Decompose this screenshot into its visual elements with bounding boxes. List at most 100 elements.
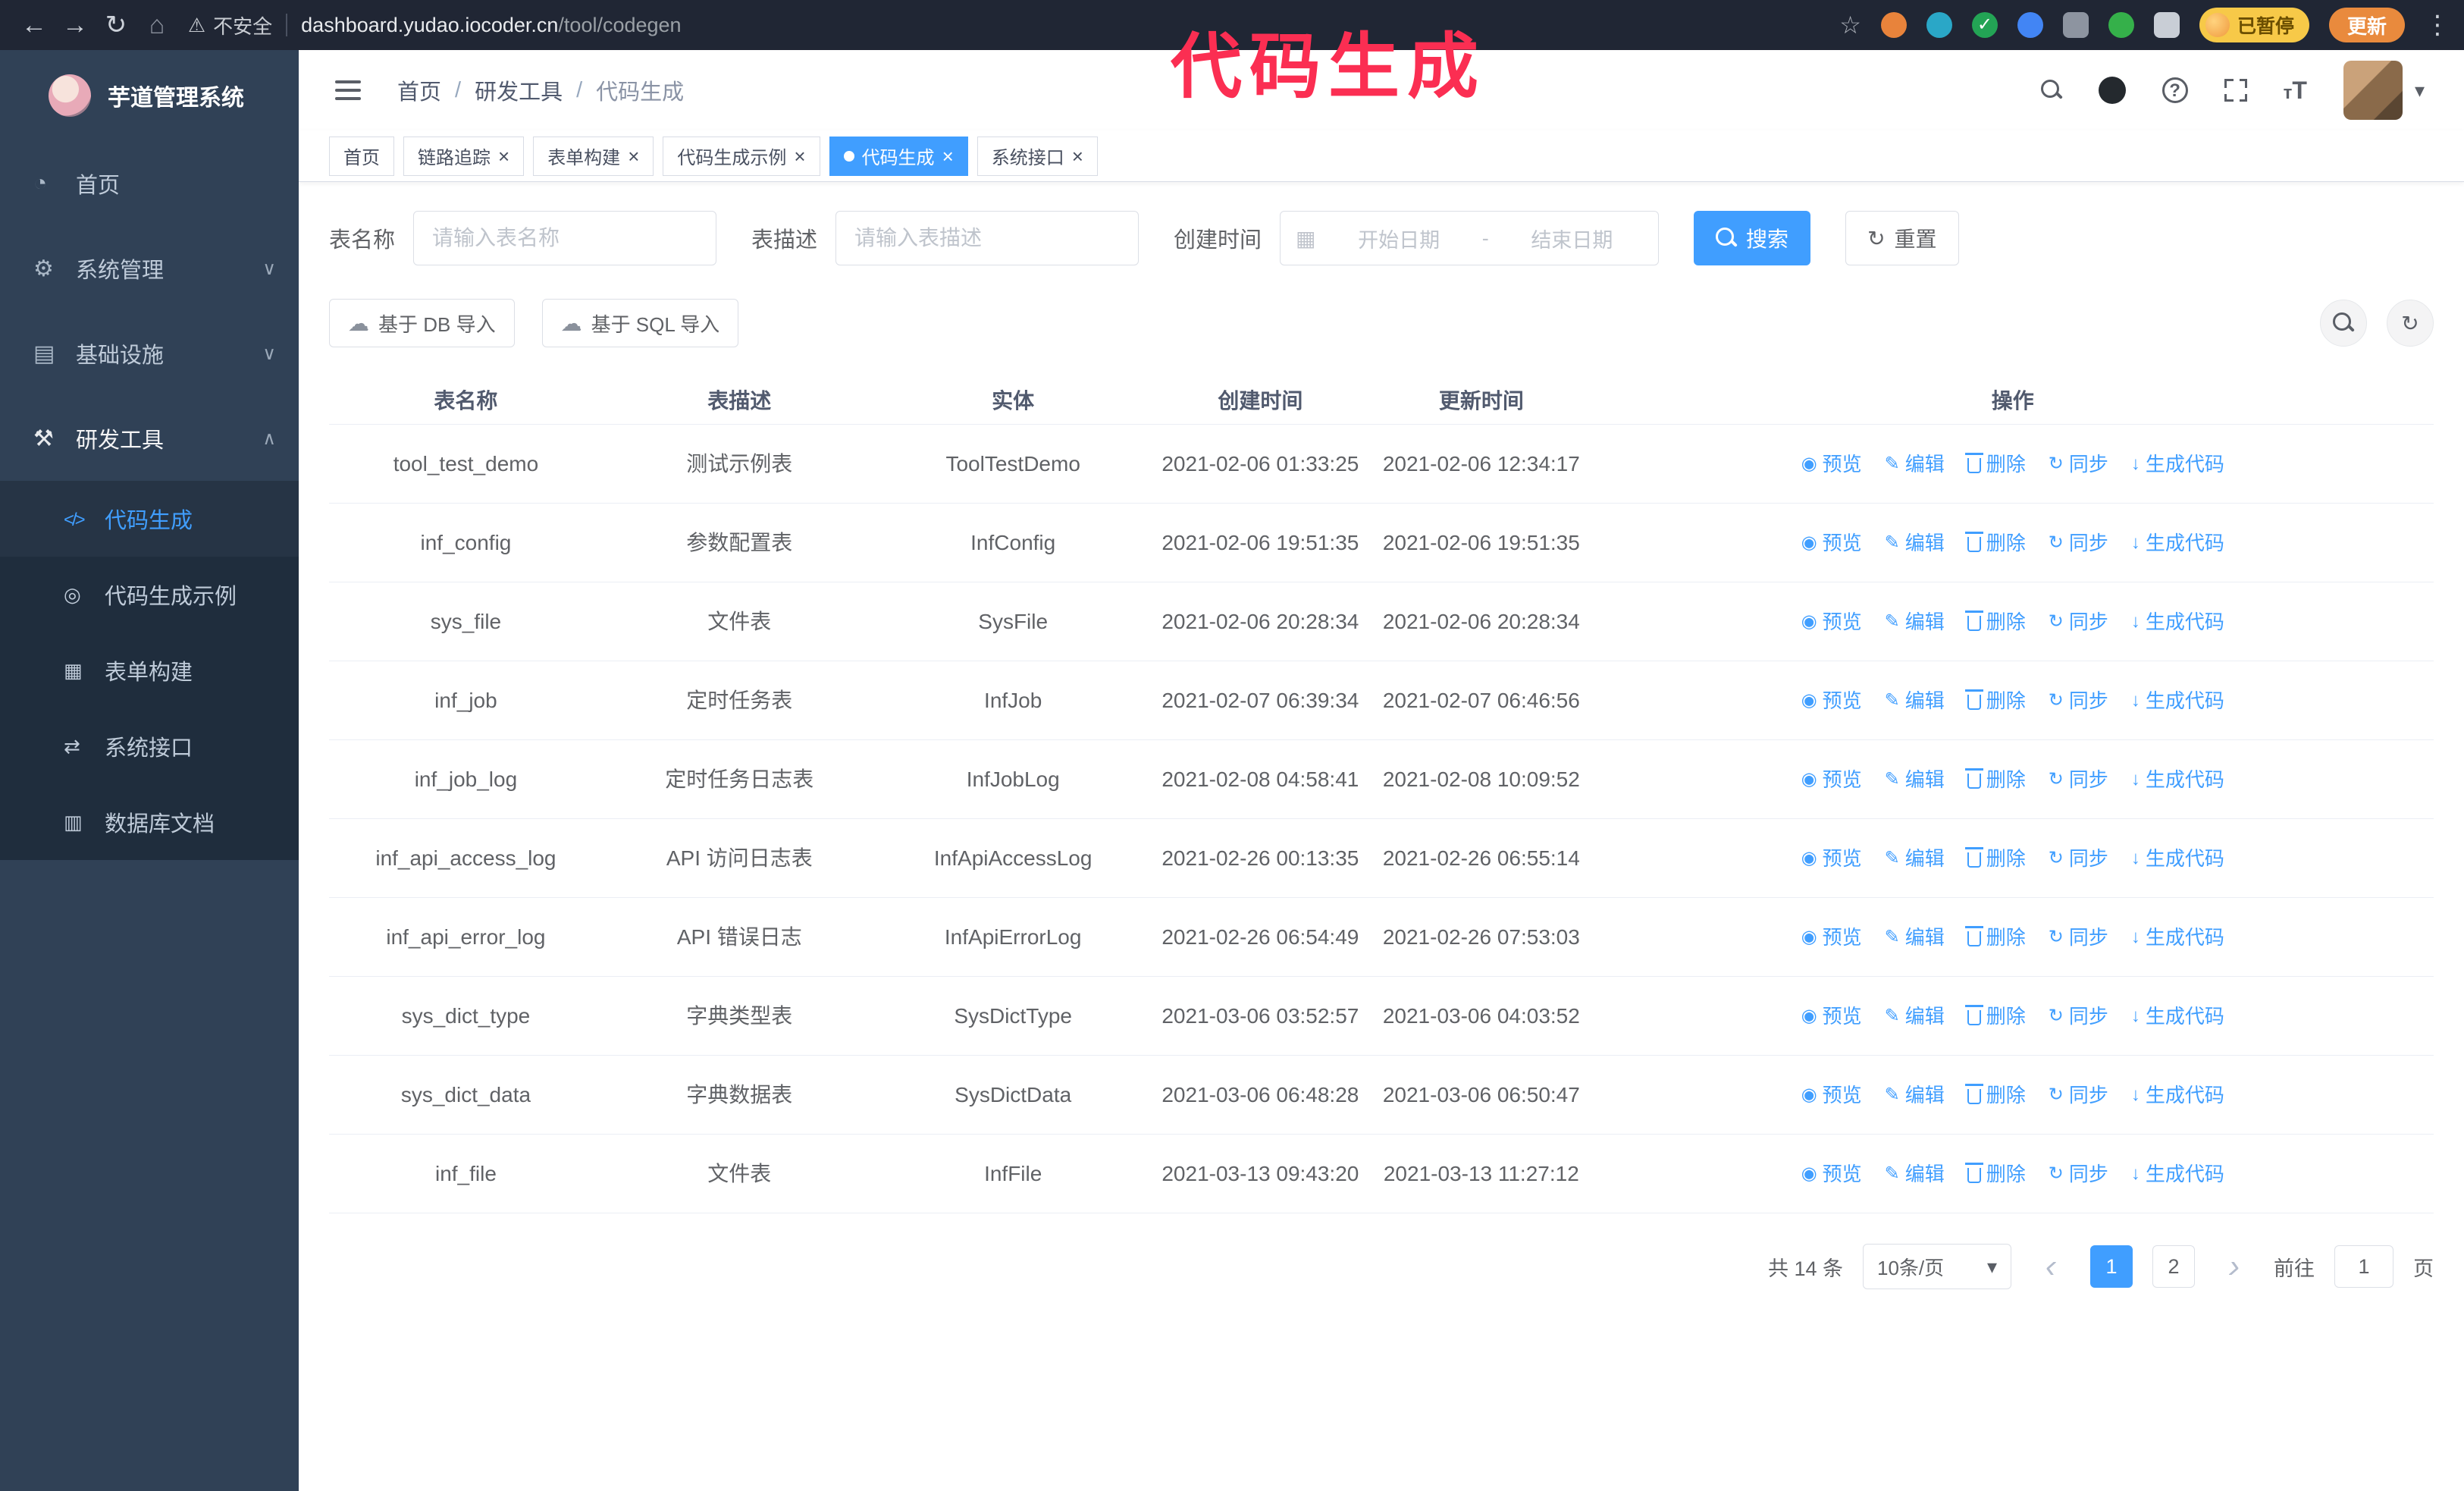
sidebar-submenu-item[interactable]: 代码生成 <box>0 481 299 557</box>
edit-link[interactable]: 编辑 <box>1885 842 1945 875</box>
delete-link[interactable]: 删除 <box>1964 921 2026 954</box>
delete-link[interactable]: 删除 <box>1964 842 2026 875</box>
generate-code-link[interactable]: 生成代码 <box>2131 1078 2224 1112</box>
extension-leaf-icon[interactable] <box>2108 12 2134 38</box>
sync-link[interactable]: 同步 <box>2049 921 2108 954</box>
page-number-button[interactable]: 2 <box>2152 1245 2195 1288</box>
security-chip[interactable]: 不安全 <box>188 11 272 39</box>
extension-puzzle-icon[interactable] <box>2153 12 2180 38</box>
table-name-input[interactable] <box>413 211 717 265</box>
font-size-icon[interactable] <box>2284 77 2307 105</box>
preview-link[interactable]: 预览 <box>1801 842 1862 875</box>
preview-link[interactable]: 预览 <box>1801 1000 1862 1033</box>
sync-link[interactable]: 同步 <box>2049 447 2108 481</box>
extension-people-icon[interactable] <box>2017 12 2043 38</box>
generate-code-link[interactable]: 生成代码 <box>2131 605 2224 639</box>
sidebar-submenu-item[interactable]: 数据库文档 <box>0 784 299 860</box>
close-icon[interactable] <box>498 146 509 166</box>
generate-code-link[interactable]: 生成代码 <box>2131 763 2224 796</box>
fullscreen-icon[interactable] <box>2222 77 2249 103</box>
sync-link[interactable]: 同步 <box>2049 684 2108 717</box>
delete-link[interactable]: 删除 <box>1964 1000 2026 1033</box>
preview-link[interactable]: 预览 <box>1801 763 1862 796</box>
preview-link[interactable]: 预览 <box>1801 605 1862 639</box>
sync-link[interactable]: 同步 <box>2049 1078 2108 1112</box>
view-tab[interactable]: 代码生成 <box>829 136 968 176</box>
delete-link[interactable]: 删除 <box>1964 526 2026 560</box>
view-tab[interactable]: 表单构建 <box>533 136 654 176</box>
show-search-button[interactable] <box>2320 300 2367 347</box>
reset-button[interactable]: 重置 <box>1845 211 1959 265</box>
refresh-button[interactable] <box>2387 300 2434 347</box>
preview-link[interactable]: 预览 <box>1801 684 1862 717</box>
sidebar-submenu-item[interactable]: 表单构建 <box>0 632 299 708</box>
sidebar-menu-item[interactable]: 系统管理 <box>0 226 299 311</box>
sidebar-submenu-item[interactable]: 代码生成示例 <box>0 557 299 632</box>
edit-link[interactable]: 编辑 <box>1885 1157 1945 1191</box>
edit-link[interactable]: 编辑 <box>1885 684 1945 717</box>
delete-link[interactable]: 删除 <box>1964 605 2026 639</box>
extension-drop-icon[interactable] <box>1926 12 1952 38</box>
page-size-select[interactable]: 10条/页 <box>1863 1244 2011 1289</box>
extension-fox-icon[interactable] <box>1880 12 1907 38</box>
sidebar-menu-item[interactable]: 基础设施 <box>0 311 299 396</box>
edit-link[interactable]: 编辑 <box>1885 526 1945 560</box>
goto-page-input[interactable] <box>2334 1245 2393 1288</box>
bookmark-star-icon[interactable] <box>1839 11 1861 39</box>
preview-link[interactable]: 预览 <box>1801 1157 1862 1191</box>
page-number-button[interactable]: 1 <box>2090 1245 2133 1288</box>
back-icon[interactable]: ← <box>14 11 55 40</box>
edit-link[interactable]: 编辑 <box>1885 1000 1945 1033</box>
sync-link[interactable]: 同步 <box>2049 605 2108 639</box>
table-desc-input[interactable] <box>835 211 1140 265</box>
generate-code-link[interactable]: 生成代码 <box>2131 1000 2224 1033</box>
view-tab[interactable]: 代码生成示例 <box>663 136 820 176</box>
view-tab[interactable]: 链路追踪 <box>403 136 525 176</box>
import-db-button[interactable]: 基于 DB 导入 <box>329 299 515 347</box>
paused-badge[interactable]: 已暂停 <box>2199 8 2309 42</box>
search-icon[interactable] <box>2040 80 2062 101</box>
forward-icon[interactable]: → <box>55 11 96 40</box>
breadcrumb-item[interactable]: 研发工具 <box>475 74 563 106</box>
url-text[interactable]: dashboard.yudao.iocoder.cn/tool/codegen <box>301 14 681 37</box>
sidebar-menu-item[interactable]: 首页 <box>0 141 299 226</box>
sidebar-submenu-item[interactable]: 系统接口 <box>0 708 299 784</box>
github-icon[interactable] <box>2098 77 2126 104</box>
delete-link[interactable]: 删除 <box>1964 684 2026 717</box>
delete-link[interactable]: 删除 <box>1964 447 2026 481</box>
update-button[interactable]: 更新 <box>2328 8 2405 42</box>
edit-link[interactable]: 编辑 <box>1885 763 1945 796</box>
delete-link[interactable]: 删除 <box>1964 1078 2026 1112</box>
generate-code-link[interactable]: 生成代码 <box>2131 842 2224 875</box>
date-range-picker[interactable]: 开始日期 - 结束日期 <box>1280 211 1660 265</box>
sidebar-toggle-icon[interactable] <box>335 80 361 100</box>
close-icon[interactable] <box>794 146 805 166</box>
edit-link[interactable]: 编辑 <box>1885 605 1945 639</box>
close-icon[interactable] <box>1072 146 1083 166</box>
generate-code-link[interactable]: 生成代码 <box>2131 1157 2224 1191</box>
prev-page-button[interactable] <box>2031 1245 2071 1288</box>
edit-link[interactable]: 编辑 <box>1885 447 1945 481</box>
reload-icon[interactable]: ↻ <box>96 10 136 40</box>
delete-link[interactable]: 删除 <box>1964 1157 2026 1191</box>
generate-code-link[interactable]: 生成代码 <box>2131 684 2224 717</box>
sync-link[interactable]: 同步 <box>2049 763 2108 796</box>
import-sql-button[interactable]: 基于 SQL 导入 <box>541 299 739 347</box>
sync-link[interactable]: 同步 <box>2049 1000 2108 1033</box>
extension-check-icon[interactable] <box>1971 12 1998 38</box>
close-icon[interactable] <box>942 146 954 166</box>
preview-link[interactable]: 预览 <box>1801 447 1862 481</box>
preview-link[interactable]: 预览 <box>1801 526 1862 560</box>
generate-code-link[interactable]: 生成代码 <box>2131 447 2224 481</box>
address-bar[interactable]: 不安全 dashboard.yudao.iocoder.cn/tool/code… <box>188 11 1839 39</box>
generate-code-link[interactable]: 生成代码 <box>2131 921 2224 954</box>
user-menu[interactable] <box>2343 61 2425 120</box>
generate-code-link[interactable]: 生成代码 <box>2131 526 2224 560</box>
edit-link[interactable]: 编辑 <box>1885 921 1945 954</box>
home-icon[interactable]: ⌂ <box>136 11 177 40</box>
breadcrumb-item[interactable]: 代码生成 <box>596 74 684 106</box>
browser-menu-icon[interactable] <box>2425 10 2450 40</box>
breadcrumb-item[interactable]: 首页 <box>397 74 441 106</box>
search-button[interactable]: 搜索 <box>1694 211 1811 265</box>
edit-link[interactable]: 编辑 <box>1885 1078 1945 1112</box>
